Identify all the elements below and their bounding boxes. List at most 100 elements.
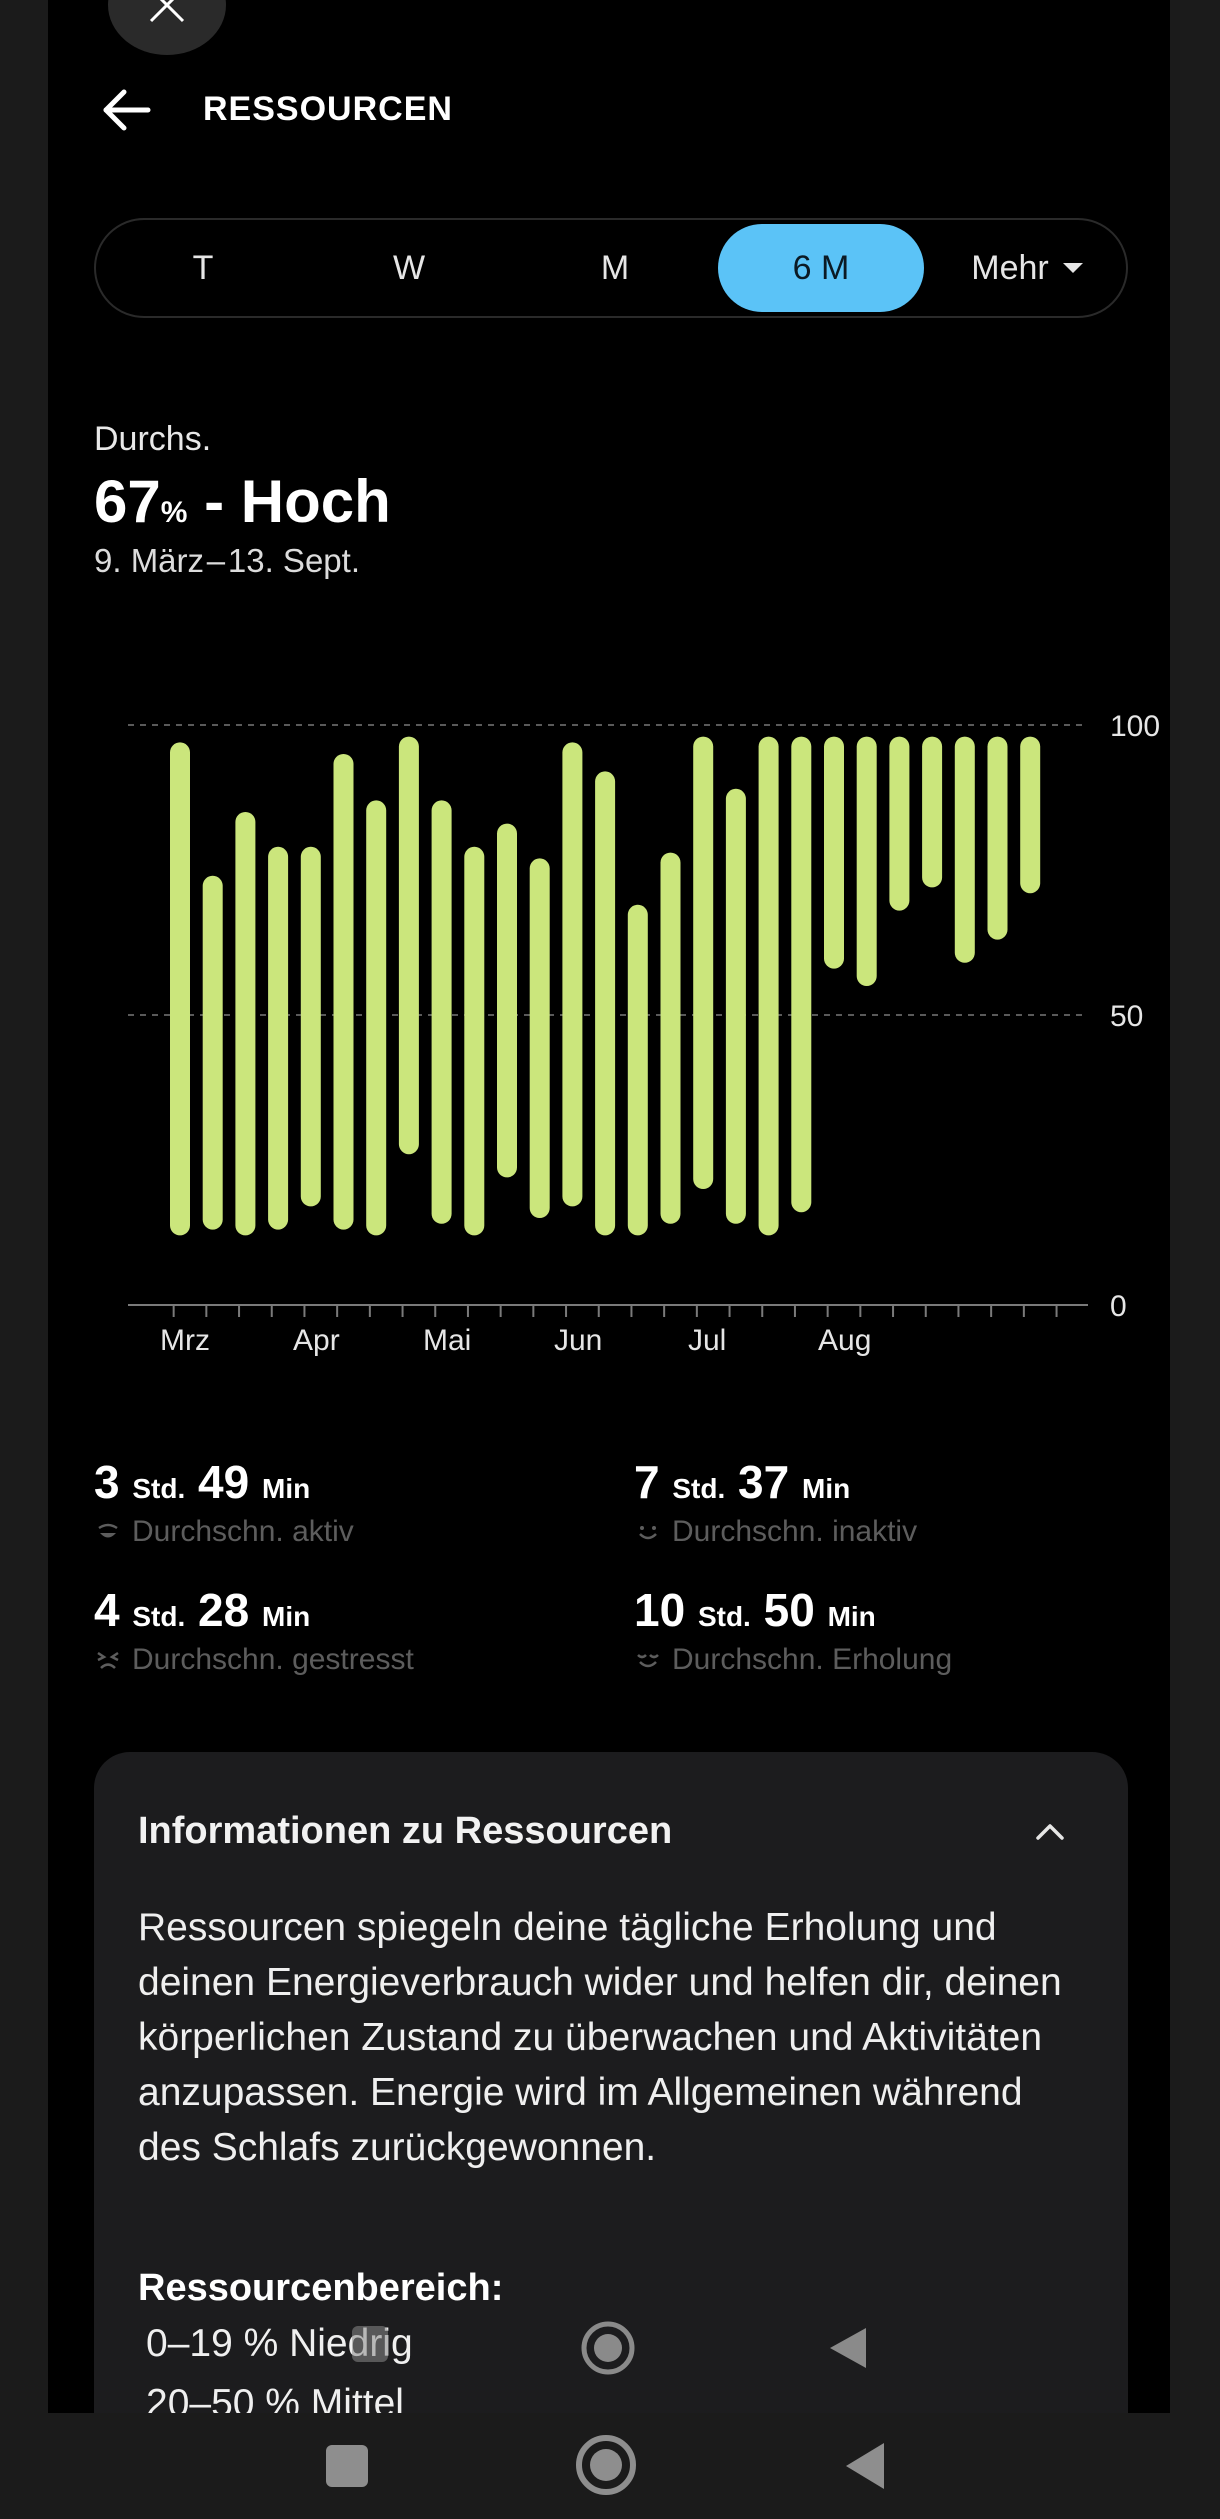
stat-stressed-minutes: 28 bbox=[198, 1584, 250, 1636]
period-selector: T W M 6 M Mehr bbox=[94, 218, 1128, 318]
stat-inactive-caption: Durchschn. inaktiv bbox=[634, 1515, 1154, 1549]
stat-active-value: 3 Std. 49 Min bbox=[94, 1455, 614, 1509]
close-button[interactable] bbox=[108, 0, 226, 55]
tab-day[interactable]: T bbox=[100, 224, 306, 312]
stat-recovery-value: 10 Std. 50 Min bbox=[634, 1583, 1154, 1637]
overlay-back-icon bbox=[830, 2328, 866, 2368]
stat-stressed-minutes-unit: Min bbox=[262, 1601, 311, 1632]
average-level: - Hoch bbox=[187, 468, 391, 535]
overlay-home-icon bbox=[581, 2321, 635, 2375]
active-face-icon bbox=[98, 1523, 118, 1538]
resource-bar bbox=[954, 736, 975, 963]
stressed-face-icon bbox=[97, 1651, 119, 1669]
resource-bar bbox=[725, 788, 746, 1224]
resource-bar bbox=[398, 736, 419, 1155]
stat-stressed-value: 4 Std. 28 Min bbox=[94, 1583, 614, 1637]
stat-active: 3 Std. 49 Min Durchschn. aktiv bbox=[94, 1455, 614, 1549]
info-card-body: Ressourcen spiegeln deine tägliche Erhol… bbox=[138, 1906, 1062, 2169]
resource-bar bbox=[235, 812, 256, 1236]
resource-bar bbox=[824, 736, 844, 969]
stat-recovery-minutes: 50 bbox=[763, 1584, 815, 1636]
recents-button[interactable] bbox=[326, 2445, 368, 2487]
average-label: Durchs. bbox=[94, 420, 212, 458]
resource-bar bbox=[333, 754, 354, 1230]
stat-stressed-hours: 4 bbox=[94, 1584, 120, 1636]
stats-grid: 3 Std. 49 Min Durchschn. aktiv 7 Std. 37… bbox=[94, 1455, 1154, 1695]
close-icon bbox=[149, 0, 185, 23]
resource-bar bbox=[627, 904, 648, 1236]
stat-stressed-caption: Durchschn. gestresst bbox=[94, 1643, 614, 1677]
stat-inactive-minutes-unit: Min bbox=[802, 1473, 851, 1504]
range-title: Ressourcenbereich: bbox=[138, 2267, 504, 2309]
tab-week-label: W bbox=[392, 248, 426, 287]
recovery-face-icon bbox=[637, 1654, 659, 1668]
x-month-label: Jun bbox=[554, 1324, 602, 1357]
summary: Durchs. 67% - Hoch 9. März – 13. Sept. bbox=[94, 420, 391, 580]
resource-bar bbox=[562, 742, 583, 1207]
overlay-recents-icon bbox=[352, 2326, 388, 2362]
tab-six-months-label: 6 M bbox=[792, 248, 850, 287]
resource-bar bbox=[922, 736, 943, 888]
system-navigation-bar bbox=[0, 2413, 1220, 2519]
x-month-label: Mrz bbox=[160, 1324, 210, 1357]
stat-stressed-label: Durchschn. gestresst bbox=[132, 1643, 414, 1676]
resource-bar bbox=[529, 858, 550, 1218]
resource-bar bbox=[202, 875, 223, 1230]
chevron-up-icon[interactable] bbox=[1032, 1814, 1068, 1850]
stat-recovery-hours-unit: Std. bbox=[697, 1601, 751, 1632]
resource-bar bbox=[300, 846, 321, 1207]
stat-recovery-label: Durchschn. Erholung bbox=[672, 1643, 953, 1676]
info-card: Informationen zu Ressourcen Ressourcen s… bbox=[94, 1752, 1128, 2413]
resource-bar bbox=[1020, 736, 1041, 894]
y-tick-label: 0 bbox=[1110, 1290, 1127, 1323]
stat-recovery-hours: 10 bbox=[634, 1584, 686, 1636]
overlay-nav bbox=[0, 2318, 1220, 2378]
x-month-label: Jul bbox=[688, 1324, 726, 1357]
y-tick-label: 100 bbox=[1110, 710, 1160, 743]
resource-bar bbox=[464, 846, 485, 1236]
tab-month[interactable]: M bbox=[512, 224, 718, 312]
resource-bar bbox=[987, 736, 1008, 940]
resource-bar bbox=[660, 852, 681, 1224]
tab-week[interactable]: W bbox=[306, 224, 512, 312]
tab-day-label: T bbox=[192, 248, 214, 287]
x-month-label: Mai bbox=[423, 1324, 471, 1357]
dropdown-caret-icon bbox=[1062, 263, 1083, 273]
stat-recovery-caption: Durchschn. Erholung bbox=[634, 1643, 1154, 1677]
stat-active-minutes-unit: Min bbox=[262, 1473, 311, 1504]
stat-active-hours-unit: Std. bbox=[132, 1473, 186, 1504]
resource-bar bbox=[693, 736, 714, 1189]
info-card-title: Informationen zu Ressourcen bbox=[138, 1810, 673, 1852]
resource-bar bbox=[856, 736, 877, 986]
resource-bar bbox=[595, 771, 616, 1236]
arrow-left-icon bbox=[103, 89, 151, 131]
resource-bar bbox=[268, 846, 289, 1230]
stat-inactive-label: Durchschn. inaktiv bbox=[672, 1515, 918, 1548]
average-number: 67 bbox=[94, 468, 161, 535]
resources-chart[interactable]: 100 50 0 Mrz Apr Mai Jun Jul Aug bbox=[88, 690, 1170, 1370]
stat-active-minutes: 49 bbox=[198, 1456, 250, 1508]
tab-more-label: Mehr bbox=[971, 248, 1049, 287]
tab-month-label: M bbox=[600, 248, 630, 287]
app-panel: RESSOURCEN T W M 6 M Mehr Durchs. 67% - … bbox=[48, 0, 1170, 2413]
x-month-label: Apr bbox=[293, 1324, 340, 1357]
resource-bar bbox=[889, 736, 910, 911]
tab-six-months[interactable]: 6 M bbox=[718, 224, 924, 312]
home-button[interactable] bbox=[574, 2433, 638, 2497]
date-range: 9. März – 13. Sept. bbox=[94, 542, 360, 579]
back-nav-button[interactable] bbox=[842, 2439, 888, 2493]
stat-stressed: 4 Std. 28 Min Durchschn. gestresst bbox=[94, 1583, 614, 1677]
back-button[interactable] bbox=[98, 80, 158, 140]
average-unit: % bbox=[160, 496, 188, 529]
stat-inactive-hours: 7 bbox=[634, 1456, 660, 1508]
resource-bar bbox=[366, 800, 387, 1236]
resource-bar bbox=[431, 800, 452, 1224]
tab-more[interactable]: Mehr bbox=[924, 224, 1130, 312]
resource-bar bbox=[497, 823, 517, 1178]
page-title: RESSOURCEN bbox=[203, 90, 453, 128]
stat-recovery-minutes-unit: Min bbox=[827, 1601, 876, 1632]
stat-inactive-hours-unit: Std. bbox=[672, 1473, 726, 1504]
stat-active-hours: 3 bbox=[94, 1456, 120, 1508]
resource-bar bbox=[791, 736, 812, 1213]
stat-inactive: 7 Std. 37 Min Durchschn. inaktiv bbox=[634, 1455, 1154, 1549]
